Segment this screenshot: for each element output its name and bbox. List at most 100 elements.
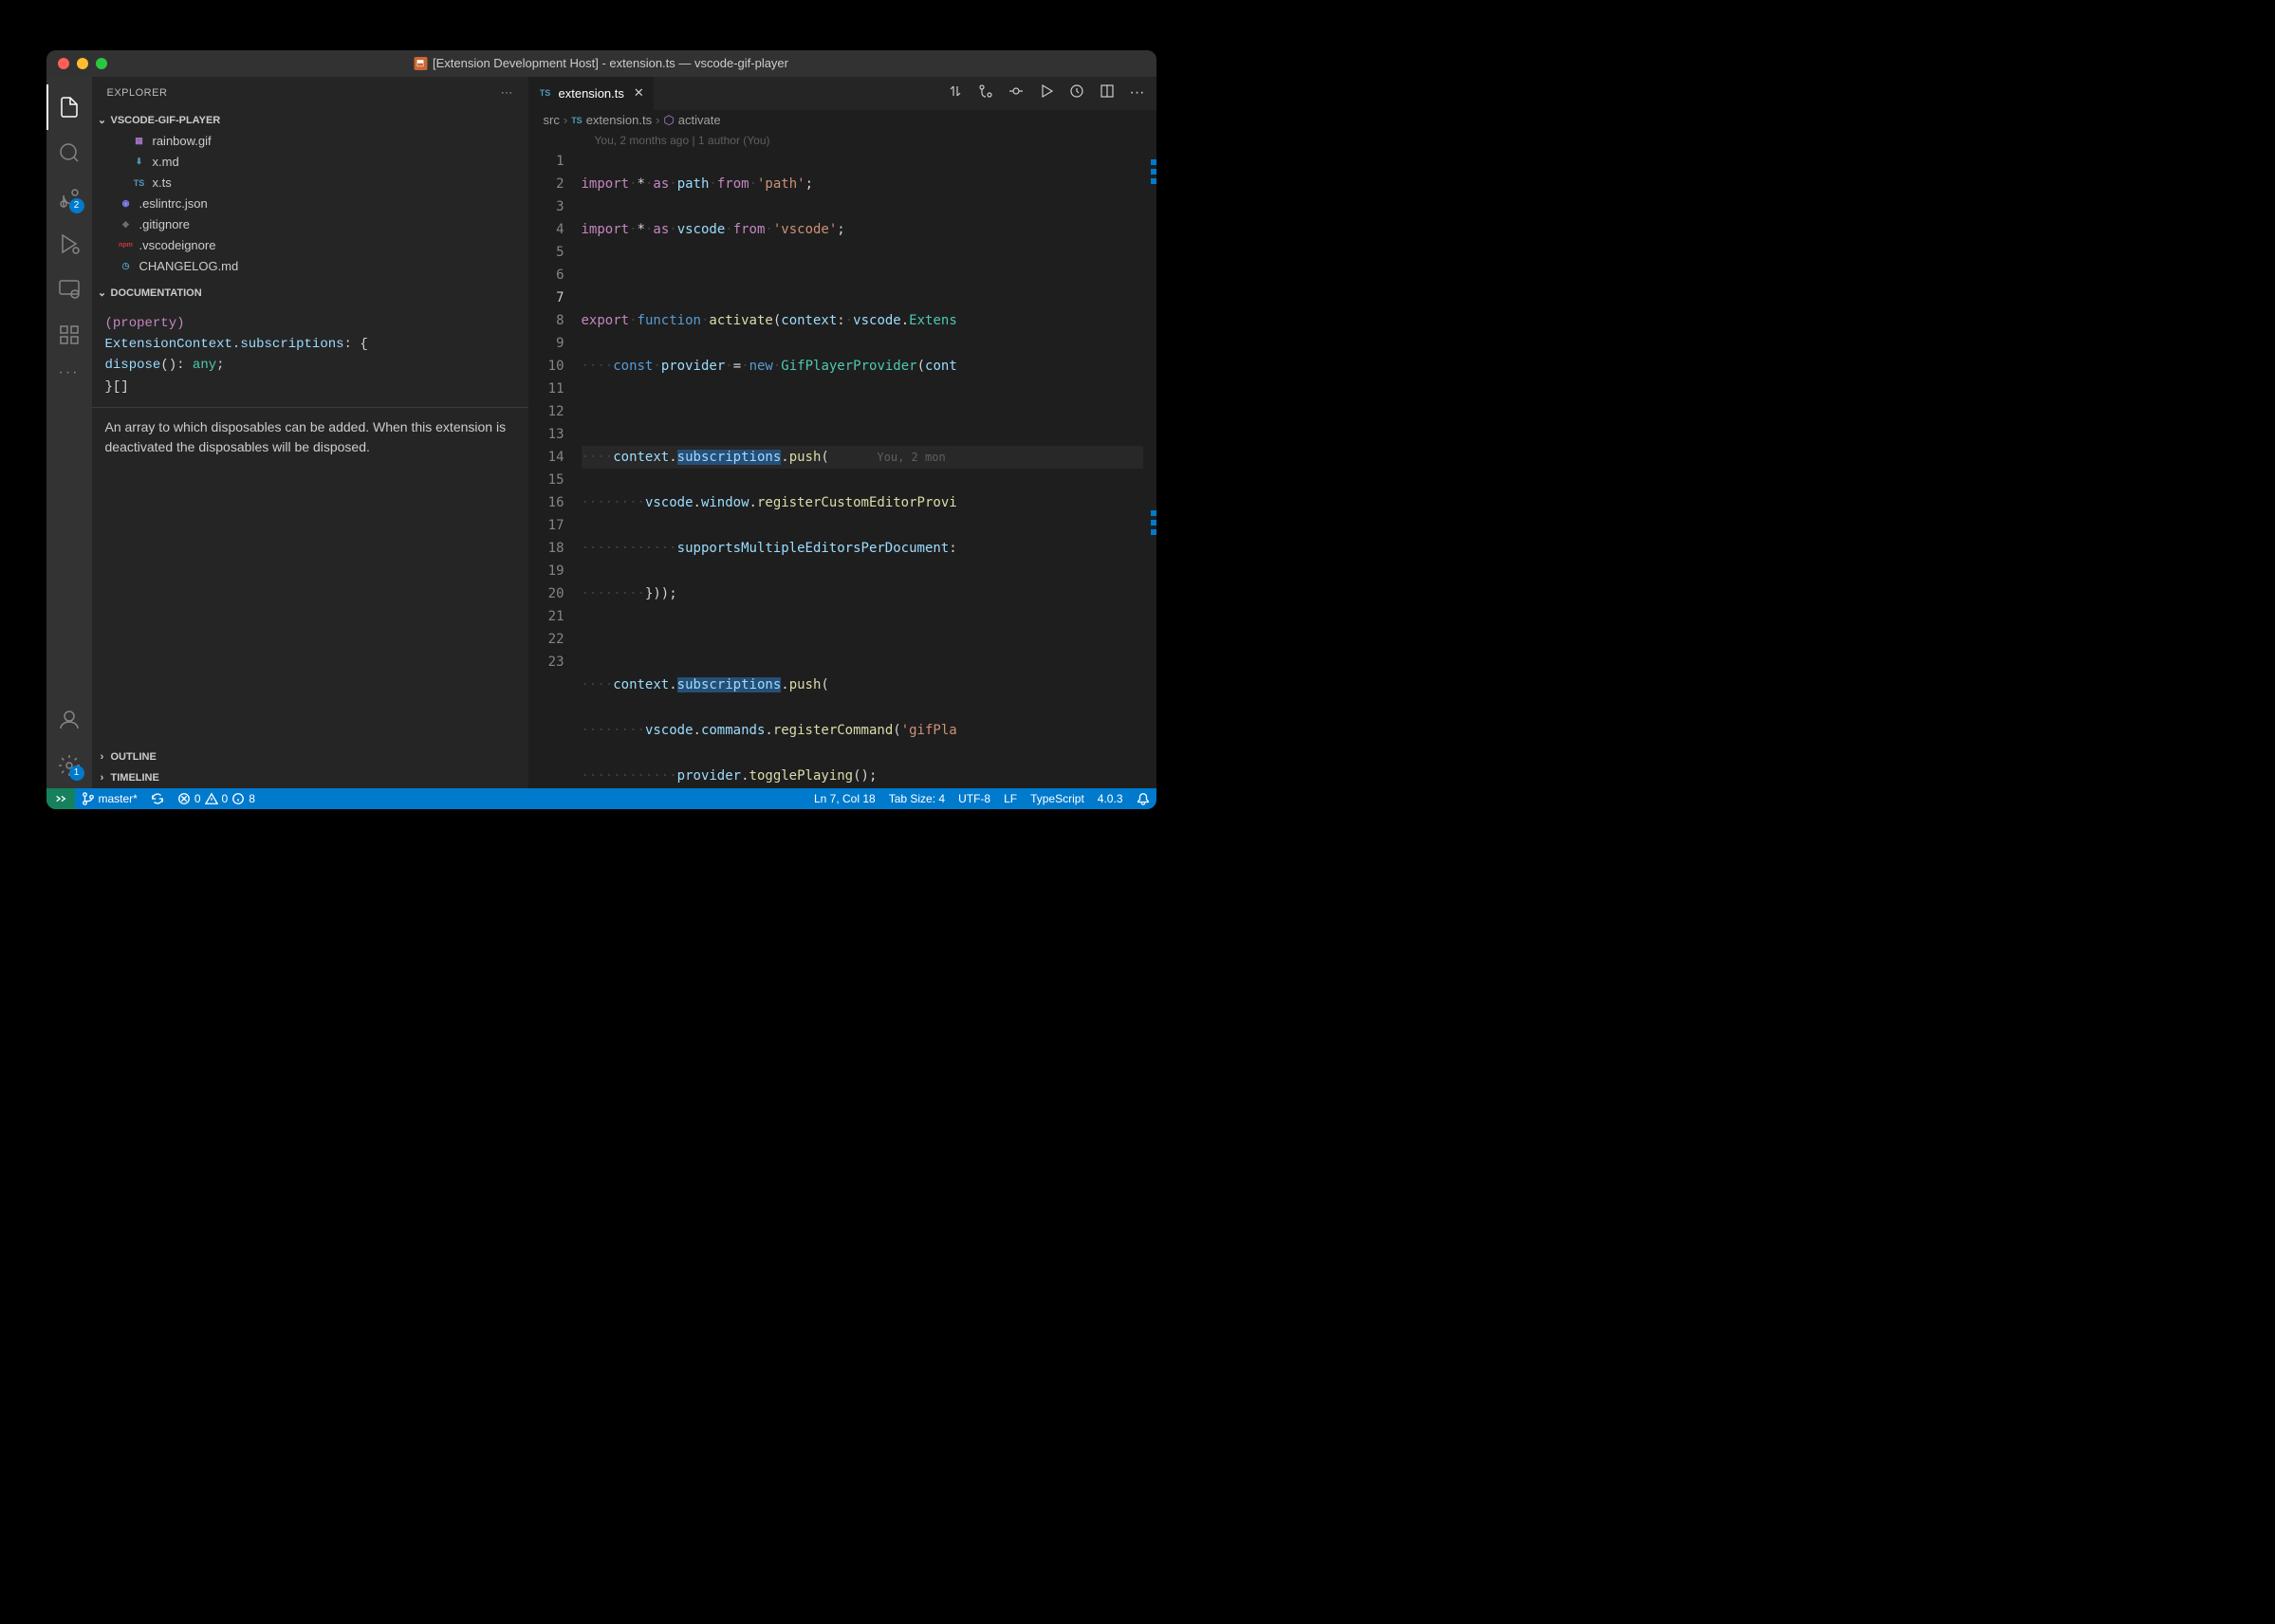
editor-actions: ··· <box>948 77 1156 110</box>
tab-size[interactable]: Tab Size: 4 <box>882 788 952 809</box>
files-icon <box>58 96 81 119</box>
minimap[interactable] <box>1143 150 1156 788</box>
typescript-icon: TS <box>571 116 583 125</box>
editor-area: TS extension.ts ✕ ··· src › <box>528 77 1156 788</box>
line-gutter: 1234567891011121314151617181920212223 <box>528 150 582 788</box>
git-branch[interactable]: master* <box>75 788 144 809</box>
npm-icon: npm <box>119 238 134 253</box>
problems-indicator[interactable]: 0 0 8 <box>171 788 262 809</box>
typescript-icon: TS <box>132 175 147 191</box>
explorer-activity[interactable] <box>46 84 92 130</box>
sync-button[interactable] <box>144 788 171 809</box>
documentation-signature: (property) ExtensionContext.subscription… <box>92 304 528 408</box>
close-tab-button[interactable]: ✕ <box>634 85 644 101</box>
minimize-window-button[interactable] <box>77 58 88 69</box>
notifications-button[interactable] <box>1130 788 1156 809</box>
compare-icon[interactable] <box>948 83 963 103</box>
file-name: CHANGELOG.md <box>139 259 239 273</box>
split-icon[interactable] <box>1100 83 1115 103</box>
breadcrumb-file[interactable]: TS extension.ts <box>571 113 652 127</box>
file-name: x.ts <box>153 175 172 190</box>
breadcrumb-symbol[interactable]: ⬡ activate <box>663 113 720 128</box>
editor-tabs: TS extension.ts ✕ ··· <box>528 77 1156 110</box>
ts-version[interactable]: 4.0.3 <box>1091 788 1130 809</box>
extensions-activity[interactable] <box>46 312 92 358</box>
file-name: x.md <box>153 155 179 169</box>
vscode-window: ⬒ [Extension Development Host] - extensi… <box>46 50 1156 809</box>
accounts-activity[interactable] <box>46 697 92 743</box>
scm-badge: 2 <box>69 198 84 213</box>
extensions-icon <box>58 323 81 346</box>
remote-icon <box>58 278 81 301</box>
timeline-title: TIMELINE <box>111 772 159 784</box>
history-icon[interactable] <box>1069 83 1084 103</box>
eslint-icon: ◉ <box>119 196 134 212</box>
info-icon <box>231 792 245 805</box>
remote-activity[interactable] <box>46 267 92 312</box>
file-item[interactable]: ◆ .gitignore <box>103 214 528 235</box>
debug-icon <box>58 232 81 255</box>
window-title: ⬒ [Extension Development Host] - extensi… <box>414 56 788 70</box>
language-mode[interactable]: TypeScript <box>1024 788 1091 809</box>
person-icon <box>58 709 81 731</box>
more-icon[interactable]: ··· <box>1130 84 1145 102</box>
maximize-window-button[interactable] <box>96 58 107 69</box>
settings-activity[interactable]: 1 <box>46 743 92 788</box>
statusbar: master* 0 0 8 Ln 7, Col 18 Tab Size: 4 U… <box>46 788 1156 809</box>
file-item[interactable]: TS x.ts <box>103 173 528 194</box>
sync-icon <box>151 792 164 805</box>
warning-icon <box>205 792 218 805</box>
documentation-section-header[interactable]: ⌄ DOCUMENTATION <box>92 283 528 304</box>
chevron-right-icon: › <box>96 772 109 784</box>
code-content[interactable]: import·*·as·path·from·'path'; import·*·a… <box>582 150 1156 788</box>
gif-icon: ▦ <box>132 134 147 149</box>
file-tree: ▦ rainbow.gif ⬇ x.md TS x.ts ◉ .eslintrc… <box>92 131 528 277</box>
markdown-icon: ⬇ <box>132 155 147 170</box>
more-activity[interactable]: ··· <box>46 358 92 388</box>
documentation-title: DOCUMENTATION <box>111 287 202 299</box>
editor-tab[interactable]: TS extension.ts ✕ <box>528 77 655 110</box>
outline-section-header[interactable]: › OUTLINE <box>92 747 528 767</box>
file-item[interactable]: ◷ CHANGELOG.md <box>103 256 528 277</box>
activity-bar: 2 ··· 1 <box>46 77 92 788</box>
code-editor[interactable]: 1234567891011121314151617181920212223 im… <box>528 150 1156 788</box>
gitlens-annotation: You, 2 months ago | 1 author (You) <box>528 131 1156 150</box>
error-icon <box>177 792 191 805</box>
branch-icon <box>82 792 95 805</box>
project-section-header[interactable]: ⌄ VSCODE-GIF-PLAYER <box>92 110 528 131</box>
encoding[interactable]: UTF-8 <box>952 788 997 809</box>
search-activity[interactable] <box>46 130 92 175</box>
breadcrumb[interactable]: src › TS extension.ts › ⬡ activate <box>528 110 1156 131</box>
file-item[interactable]: ◉ .eslintrc.json <box>103 194 528 214</box>
file-name: .eslintrc.json <box>139 196 208 211</box>
git-icon[interactable] <box>978 83 993 103</box>
app-icon: ⬒ <box>414 57 427 70</box>
file-item[interactable]: npm .vscodeignore <box>103 235 528 256</box>
chevron-right-icon: › <box>564 113 567 127</box>
eol[interactable]: LF <box>997 788 1024 809</box>
scm-activity[interactable]: 2 <box>46 175 92 221</box>
sidebar-title: EXPLORER <box>107 87 168 99</box>
file-item[interactable]: ▦ rainbow.gif <box>103 131 528 152</box>
file-name: rainbow.gif <box>153 134 212 148</box>
commit-icon[interactable] <box>1008 83 1024 103</box>
close-window-button[interactable] <box>58 58 69 69</box>
typescript-icon: TS <box>538 85 553 101</box>
bell-icon <box>1137 792 1150 805</box>
outline-title: OUTLINE <box>111 751 157 763</box>
run-icon[interactable] <box>1039 83 1054 103</box>
breadcrumb-folder[interactable]: src <box>544 113 560 127</box>
sidebar-more-button[interactable]: ··· <box>501 87 513 99</box>
file-item[interactable]: ⬇ x.md <box>103 152 528 173</box>
project-name: VSCODE-GIF-PLAYER <box>111 115 221 126</box>
chevron-down-icon: ⌄ <box>96 286 109 299</box>
file-name: .gitignore <box>139 217 190 231</box>
timeline-section-header[interactable]: › TIMELINE <box>92 767 528 788</box>
remote-icon <box>54 792 67 805</box>
cursor-position[interactable]: Ln 7, Col 18 <box>807 788 882 809</box>
method-icon: ⬡ <box>663 113 674 128</box>
remote-indicator[interactable] <box>46 788 75 809</box>
ellipsis-icon: ··· <box>59 364 80 381</box>
debug-activity[interactable] <box>46 221 92 267</box>
sidebar: EXPLORER ··· ⌄ VSCODE-GIF-PLAYER ▦ rainb… <box>92 77 528 788</box>
